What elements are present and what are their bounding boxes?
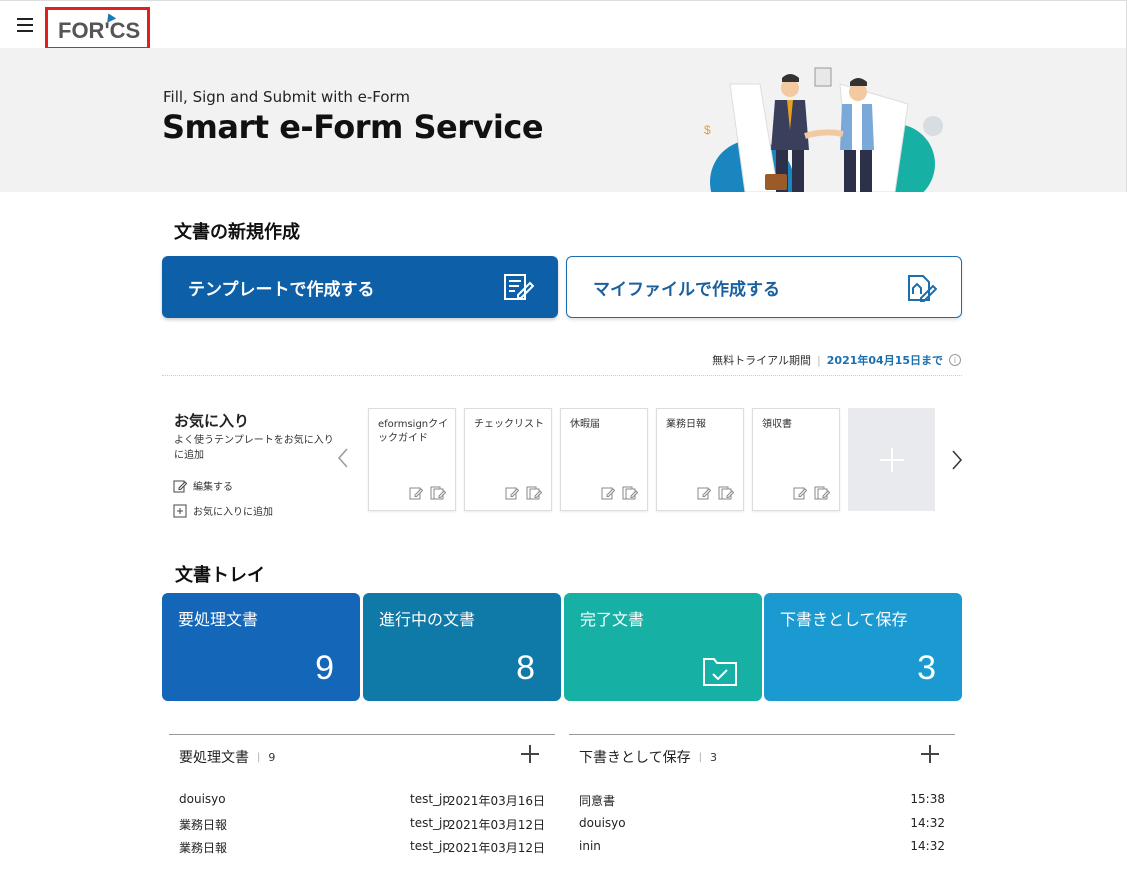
tray-drafts-label: 下書きとして保存 bbox=[780, 610, 908, 629]
carousel-prev-icon[interactable] bbox=[337, 447, 349, 475]
edit-favorites-button[interactable]: 編集する bbox=[173, 478, 233, 493]
trial-period: 無料トライアル期間 | 2021年04月15日まで i bbox=[712, 352, 961, 368]
edit-icon[interactable] bbox=[601, 486, 615, 500]
favorite-card-label: 業務日報 bbox=[666, 419, 706, 430]
menu-icon[interactable] bbox=[17, 18, 33, 32]
row-user: test_jp bbox=[410, 816, 450, 830]
pending-list-count: 9 bbox=[268, 750, 276, 764]
hero-banner: Fill, Sign and Submit with e-Form Smart … bbox=[0, 48, 1127, 192]
svg-text:$: $ bbox=[704, 123, 711, 137]
favorite-card[interactable]: eformsignクイックガイド bbox=[368, 408, 456, 511]
divider bbox=[162, 375, 962, 376]
table-row[interactable]: 同意書 15:38 bbox=[579, 792, 945, 810]
hero-title: Smart e-Form Service bbox=[162, 108, 544, 146]
pending-list-header: 要処理文書 | 9 bbox=[179, 747, 275, 767]
logo[interactable]: FOR'CS bbox=[45, 7, 150, 50]
favorites-title: お気に入り bbox=[174, 412, 250, 430]
favorite-card[interactable]: 領収書 bbox=[752, 408, 840, 511]
hero-subtitle: Fill, Sign and Submit with e-Form bbox=[163, 88, 411, 106]
row-title: 業務日報 bbox=[179, 841, 228, 855]
trial-date: 2021年04月15日まで bbox=[826, 354, 943, 367]
row-user: test_jp bbox=[410, 792, 450, 806]
drafts-list-count: 3 bbox=[709, 750, 717, 764]
row-date: 2021年03月16日 bbox=[447, 794, 545, 808]
favorite-card[interactable]: 休暇届 bbox=[560, 408, 648, 511]
row-title: 同意書 bbox=[579, 794, 616, 808]
pending-list-separator: | bbox=[257, 751, 261, 763]
trial-separator: | bbox=[817, 353, 821, 367]
row-date: 2021年03月12日 bbox=[447, 841, 545, 855]
tray-completed-label: 完了文書 bbox=[580, 610, 645, 629]
table-row[interactable]: douisyo 14:32 bbox=[579, 816, 945, 834]
table-row[interactable]: inin 14:32 bbox=[579, 839, 945, 857]
edit-icon[interactable] bbox=[505, 486, 519, 500]
favorite-card[interactable]: 業務日報 bbox=[656, 408, 744, 511]
tray-pending-label: 要処理文書 bbox=[178, 610, 259, 629]
row-time: 14:32 bbox=[910, 839, 945, 853]
row-title: douisyo bbox=[579, 816, 626, 830]
edit-icon[interactable] bbox=[793, 486, 807, 500]
favorite-card-label: eformsignクイックガイド bbox=[378, 419, 449, 444]
create-document-icon[interactable] bbox=[718, 486, 734, 500]
row-title: douisyo bbox=[179, 792, 226, 806]
add-favorite-label: お気に入りに追加 bbox=[193, 507, 273, 518]
pending-documents-list: 要処理文書 | 9 douisyo test_jp 2021年03月16日 業務… bbox=[169, 734, 555, 855]
drafts-list-header: 下書きとして保存 | 3 bbox=[579, 747, 717, 767]
table-row[interactable]: 業務日報 test_jp 2021年03月12日 bbox=[179, 816, 545, 834]
create-section-title: 文書の新規作成 bbox=[174, 222, 300, 243]
file-upload-edit-icon bbox=[908, 275, 937, 302]
create-from-myfile-button[interactable]: マイファイルで作成する bbox=[566, 256, 962, 318]
add-favorite-button[interactable]: お気に入りに追加 bbox=[173, 503, 273, 518]
create-document-icon[interactable] bbox=[622, 486, 638, 500]
drafts-list-separator: | bbox=[698, 751, 702, 763]
logo-text: FOR'CS bbox=[58, 18, 141, 43]
tray-pending-count: 9 bbox=[315, 649, 334, 687]
trial-label: 無料トライアル期間 bbox=[712, 354, 812, 367]
document-edit-icon bbox=[504, 274, 534, 300]
tray-pending[interactable]: 要処理文書 9 bbox=[162, 593, 360, 701]
create-from-template-label: テンプレートで作成する bbox=[188, 279, 375, 300]
row-title: 業務日報 bbox=[179, 818, 228, 832]
tray-in-progress-label: 進行中の文書 bbox=[379, 610, 476, 629]
create-document-icon[interactable] bbox=[526, 486, 542, 500]
edit-icon[interactable] bbox=[697, 486, 711, 500]
tray-drafts-count: 3 bbox=[917, 649, 936, 687]
drafts-list-title: 下書きとして保存 bbox=[579, 750, 691, 766]
pending-list-title: 要処理文書 bbox=[179, 750, 249, 766]
favorites-description: よく使うテンプレートをお気に入りに追加 bbox=[174, 435, 334, 461]
table-row[interactable]: 業務日報 test_jp 2021年03月12日 bbox=[179, 839, 545, 857]
row-user: test_jp bbox=[410, 839, 450, 853]
table-row[interactable]: douisyo test_jp 2021年03月16日 bbox=[179, 792, 545, 810]
edit-icon[interactable] bbox=[409, 486, 423, 500]
row-time: 15:38 bbox=[910, 792, 945, 806]
create-document-icon[interactable] bbox=[430, 486, 446, 500]
create-from-template-button[interactable]: テンプレートで作成する bbox=[162, 256, 558, 318]
row-date: 2021年03月12日 bbox=[447, 818, 545, 832]
tray-section-title: 文書トレイ bbox=[175, 565, 265, 586]
create-document-icon[interactable] bbox=[814, 486, 830, 500]
tray-drafts[interactable]: 下書きとして保存 3 bbox=[764, 593, 962, 701]
add-box-icon bbox=[173, 504, 187, 517]
pending-list-more-icon[interactable] bbox=[521, 745, 539, 763]
carousel-next-icon[interactable] bbox=[951, 449, 963, 477]
top-bar: FOR'CS bbox=[0, 0, 1127, 50]
handshake-illustration-icon: $ bbox=[704, 67, 943, 192]
drafts-list-more-icon[interactable] bbox=[921, 745, 939, 763]
edit-favorites-label: 編集する bbox=[193, 482, 233, 493]
favorite-card[interactable]: チェックリスト bbox=[464, 408, 552, 511]
favorite-card-label: 休暇届 bbox=[570, 419, 600, 430]
create-from-myfile-label: マイファイルで作成する bbox=[593, 279, 780, 300]
favorite-card-label: 領収書 bbox=[762, 419, 792, 430]
favorite-card-label: チェックリスト bbox=[474, 419, 544, 430]
folder-check-icon bbox=[703, 658, 737, 686]
tray-completed[interactable]: 完了文書 bbox=[564, 593, 762, 701]
row-time: 14:32 bbox=[910, 816, 945, 830]
pencil-icon bbox=[173, 480, 187, 492]
tray-in-progress[interactable]: 進行中の文書 8 bbox=[363, 593, 561, 701]
info-icon[interactable]: i bbox=[949, 354, 961, 366]
tray-in-progress-count: 8 bbox=[516, 649, 535, 687]
add-favorite-card-icon[interactable] bbox=[848, 408, 935, 511]
drafts-list: 下書きとして保存 | 3 同意書 15:38 douisyo 14:32 ini… bbox=[569, 734, 955, 853]
row-title: inin bbox=[579, 839, 601, 853]
